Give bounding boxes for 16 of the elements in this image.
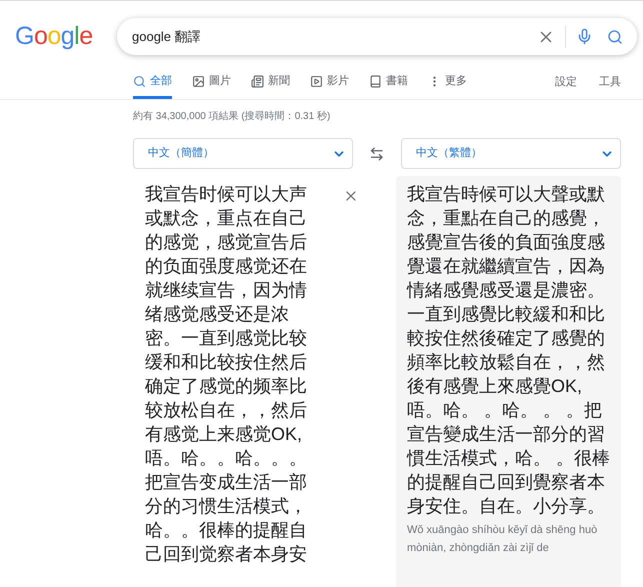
tab[interactable]: 全部 [133, 72, 172, 99]
tool-link[interactable]: 設定 [555, 74, 577, 99]
romanization-text: Wǒ xuāngào shíhòu kěyǐ dà shēng huò mòniàn, zhòngdiǎn zài zìjǐ de [407, 523, 598, 556]
language-dropdown[interactable]: 中文（繁體） [400, 138, 621, 169]
google-logo[interactable]: Google [15, 24, 117, 49]
source-text[interactable]: 我宣告时候可以大声或默念，重点在自己的感觉，感觉宣告后的负面强度感觉还在就继续宣告，因为情绪感觉感受还是浓密。一直到感觉比较缓和和比较按住然后确定了感觉的频率比较放松自在，，然后有感觉上来感觉OK,唔。哈。。哈。。。把宣告变成生活一部分的习惯生活模式，哈。。很棒的提醒自己回到觉察者本身安 [145, 182, 310, 566]
tab[interactable]: 更多 [428, 72, 467, 99]
tab[interactable]: 書籍 [369, 72, 408, 99]
language-dropdown[interactable]: 中文（簡體） [133, 138, 354, 169]
translated-text: 我宣告時候可以大聲或默念，重點在自己的感覺，感覺宣告後的負面強度感覺還在就繼續宣告，因為情緒感覺感受還是濃密。一直到感覺比較緩和和比較按住然後確定了感覺的頻率比較放鬆自在，，然後有感覺上來感覺OK,唔。哈。 。哈。 。 。把宣告變成生活一部分的習慣生活模式，哈。 。很棒的提醒自己回到覺察者本身安住。自在。小分享。 [407, 183, 612, 518]
tab[interactable]: 影片 [310, 72, 349, 99]
search-field[interactable]: google 翻譯 [117, 18, 637, 55]
tab[interactable]: 新聞 [251, 72, 290, 99]
result-stats: 約有 34,300,000 項結果 (搜尋時間：0.31 秒) [132, 110, 332, 124]
tool-link[interactable]: 工具 [599, 74, 621, 99]
tab[interactable]: 圖片 [192, 72, 231, 99]
